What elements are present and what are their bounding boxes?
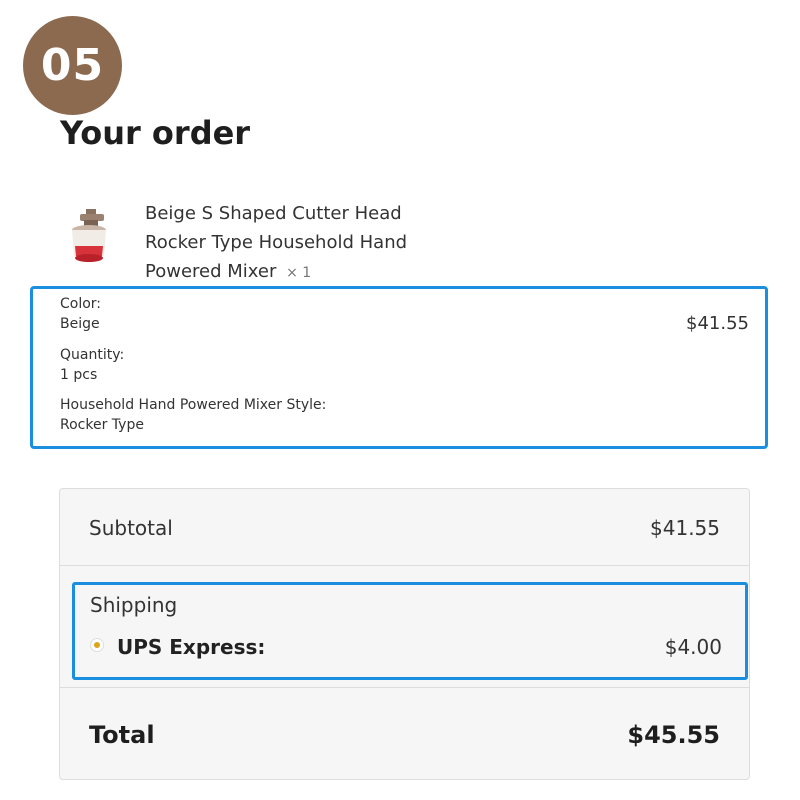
subtotal-value: $41.55 [650,516,720,540]
product-quantity-multiplier: × 1 [286,265,312,281]
divider [60,687,749,688]
variant-value: Beige [60,316,100,332]
subtotal-label: Subtotal [89,516,173,540]
shipping-option-price: $4.00 [664,635,722,659]
product-name-text: Beige S Shaped Cutter Head Rocker Type H… [145,203,408,282]
variant-label: Quantity: [60,347,125,363]
shipping-section: Shipping UPS Express: $4.00 [72,582,748,680]
shipping-label: Shipping [90,593,178,617]
variant-label: Color: [60,296,102,312]
step-number-badge: 05 [23,16,122,115]
variant-value: 1 pcs [60,367,98,383]
order-summary: Subtotal $41.55 Shipping UPS Express: $4… [59,488,750,780]
variant-quantity: Quantity: 1 pcs [60,345,124,385]
product-variant-details: Color: Beige Quantity: 1 pcs Household H… [30,286,768,449]
total-label: Total [89,721,155,749]
variant-value: Rocker Type [60,417,144,433]
shipping-option-label[interactable]: UPS Express: [117,635,265,659]
total-value: $45.55 [627,721,720,749]
variant-style: Household Hand Powered Mixer Style: Rock… [60,395,326,435]
variant-color: Color: Beige [60,294,101,334]
subtotal-row: Subtotal $41.55 [60,489,749,566]
line-item-price: $41.55 [686,313,749,334]
page-title: Your order [60,114,251,152]
product-thumbnail [64,208,116,268]
product-name: Beige S Shaped Cutter Head Rocker Type H… [145,199,465,288]
variant-label: Household Hand Powered Mixer Style: [60,397,327,413]
shipping-option-radio[interactable] [90,638,104,652]
